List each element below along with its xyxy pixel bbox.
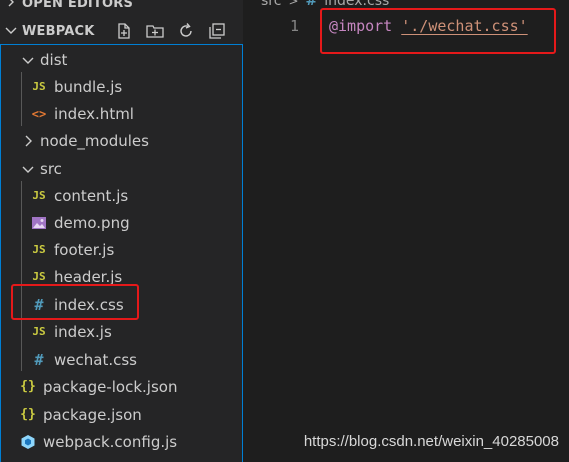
- open-editors-header[interactable]: OPEN EDITORS: [0, 0, 243, 14]
- editor-pane: src > # index.css 1 @import './wechat.cs…: [243, 0, 569, 462]
- tree-item-label: index.html: [54, 104, 134, 123]
- tree-item-label: demo.png: [54, 213, 130, 232]
- breadcrumb-separator: >: [288, 0, 299, 8]
- tree-item-label: package.json: [43, 405, 142, 424]
- chevron-down-icon: [0, 24, 22, 39]
- tree-item-label: content.js: [54, 186, 129, 205]
- code-line[interactable]: @import './wechat.css': [329, 17, 528, 35]
- collapse-all-icon[interactable]: [205, 21, 229, 41]
- tree-item-label: bundle.js: [54, 77, 123, 96]
- tree-item-label: footer.js: [54, 240, 115, 259]
- explorer-toolbar: [112, 21, 229, 41]
- tree-item-label: dist: [40, 50, 68, 69]
- new-folder-icon[interactable]: [143, 21, 167, 41]
- breadcrumb: src > # index.css: [261, 0, 389, 11]
- webpack-file-icon: [18, 434, 38, 450]
- chevron-right-icon: [0, 0, 22, 11]
- tree-item-label: index.js: [54, 322, 112, 341]
- open-editors-label: OPEN EDITORS: [22, 0, 134, 11]
- tree-item-label: header.js: [54, 267, 123, 286]
- javascript-file-icon: JS: [32, 270, 46, 283]
- tree-folder-dist[interactable]: dist: [0, 46, 243, 73]
- breadcrumb-file[interactable]: index.css: [324, 0, 389, 9]
- code-keyword: @import: [329, 17, 393, 35]
- css-file-icon: #: [34, 350, 44, 369]
- tree-file-demo-png[interactable]: demo.png: [0, 209, 243, 236]
- chevron-down-icon: [18, 55, 38, 65]
- tree-file-package-json[interactable]: {} package.json: [0, 401, 243, 428]
- tree-item-label: src: [40, 159, 62, 178]
- watermark-text: https://blog.csdn.net/weixin_40285008: [303, 433, 559, 450]
- breadcrumb-folder[interactable]: src: [261, 0, 281, 9]
- json-file-icon: {}: [20, 379, 36, 394]
- chevron-down-icon: [18, 164, 38, 174]
- tree-file-index-css[interactable]: # index.css: [0, 291, 243, 318]
- code-string: './wechat.css': [401, 17, 528, 35]
- refresh-icon[interactable]: [174, 21, 198, 41]
- line-number: 1: [289, 17, 299, 35]
- tree-item-label: package-lock.json: [43, 377, 178, 396]
- new-file-icon[interactable]: [112, 21, 136, 41]
- tree-folder-src[interactable]: src: [0, 155, 243, 182]
- workspace-label: WEBPACK: [22, 23, 95, 39]
- vscode-window: OPEN EDITORS WEBPACK dist JS bundle.js <…: [0, 0, 569, 462]
- image-file-icon: [29, 216, 49, 230]
- chevron-right-icon: [18, 135, 38, 147]
- javascript-file-icon: JS: [32, 189, 46, 202]
- tree-item-label: webpack.config.js: [43, 432, 178, 451]
- html-file-icon: <>: [31, 106, 47, 121]
- css-file-icon: #: [305, 0, 318, 9]
- workspace-header[interactable]: WEBPACK: [0, 20, 243, 42]
- javascript-file-icon: JS: [32, 325, 46, 338]
- css-file-icon: #: [34, 295, 44, 314]
- tree-file-content-js[interactable]: JS content.js: [0, 182, 243, 209]
- javascript-file-icon: JS: [32, 80, 46, 93]
- file-tree: dist JS bundle.js <> index.html node_mod…: [0, 44, 243, 462]
- json-file-icon: {}: [20, 407, 36, 422]
- tree-item-label: node_modules: [40, 131, 149, 150]
- tree-folder-node-modules[interactable]: node_modules: [0, 127, 243, 154]
- tree-file-header-js[interactable]: JS header.js: [0, 263, 243, 290]
- tree-file-wechat-css[interactable]: # wechat.css: [0, 346, 243, 373]
- tree-item-label: index.css: [54, 295, 124, 314]
- tree-file-footer-js[interactable]: JS footer.js: [0, 236, 243, 263]
- tree-file-webpack-config-js[interactable]: webpack.config.js: [0, 428, 243, 455]
- tree-file-index-js[interactable]: JS index.js: [0, 318, 243, 345]
- tree-item-label: wechat.css: [54, 350, 137, 369]
- javascript-file-icon: JS: [32, 243, 46, 256]
- tree-file-bundle-js[interactable]: JS bundle.js: [0, 73, 243, 100]
- tree-file-package-lock-json[interactable]: {} package-lock.json: [0, 373, 243, 400]
- tree-file-index-html[interactable]: <> index.html: [0, 100, 243, 127]
- explorer-sidebar: OPEN EDITORS WEBPACK dist JS bundle.js <…: [0, 0, 243, 462]
